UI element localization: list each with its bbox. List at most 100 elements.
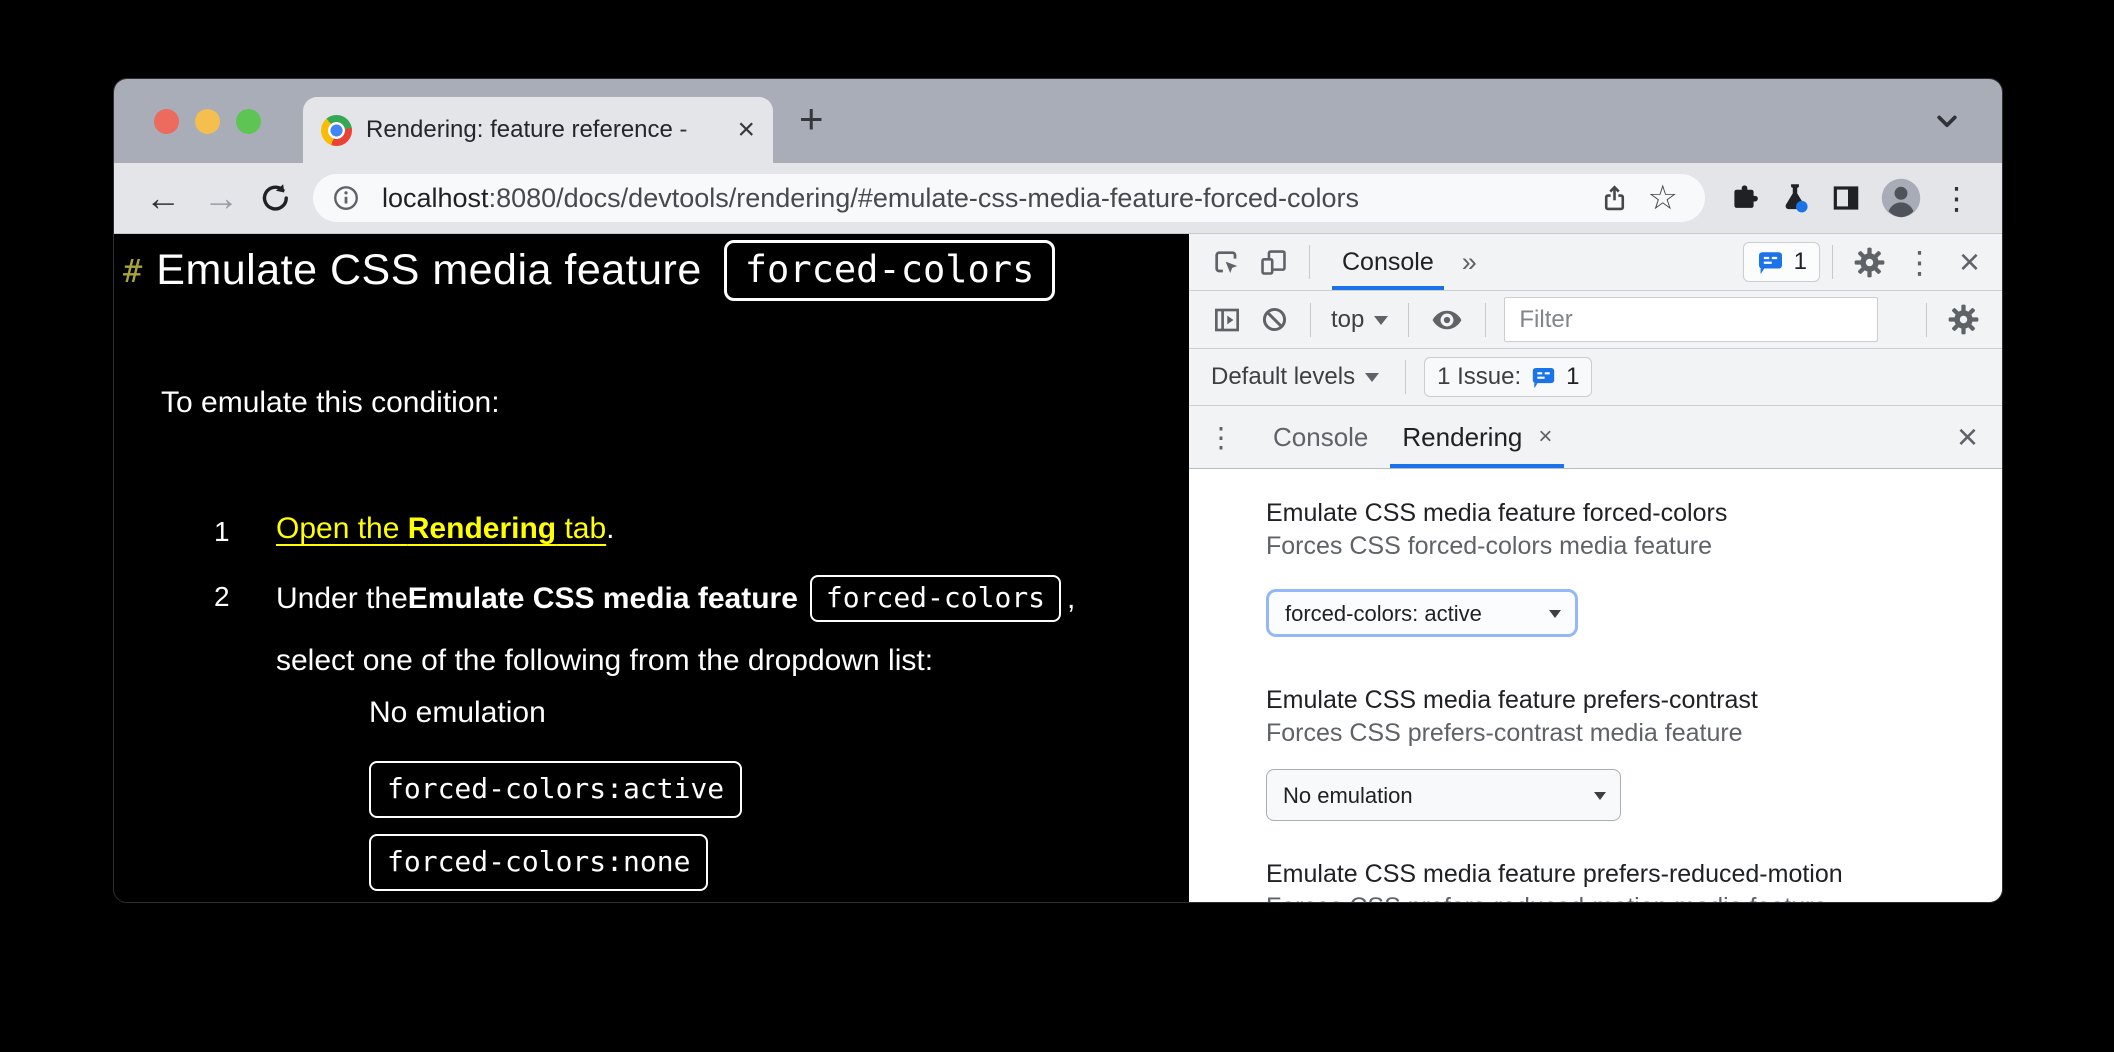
heading-anchor-hash-icon[interactable]: # — [123, 252, 142, 290]
caret-down-icon — [1594, 792, 1606, 806]
tab-strip: Rendering: feature reference - × + — [114, 79, 2002, 163]
caret-down-icon — [1365, 373, 1379, 389]
devtools-menu-kebab-icon[interactable]: ⋮ — [1904, 247, 1935, 278]
link-pre: Open the — [276, 512, 408, 545]
zoom-window-button[interactable] — [236, 109, 261, 134]
context-selector[interactable]: top — [1331, 306, 1388, 334]
url-host: localhost — [382, 183, 489, 213]
page-title: Emulate CSS media feature — [156, 246, 702, 295]
divider — [1310, 303, 1311, 337]
log-levels-selector[interactable]: Default levels — [1211, 363, 1379, 391]
step2-pre: Under the — [276, 582, 408, 616]
page-heading-row: # Emulate CSS media feature forced-color… — [123, 240, 1055, 301]
issues-button[interactable]: 1 Issue: 1 — [1424, 357, 1592, 397]
console-settings-gear-icon[interactable] — [1947, 303, 1980, 336]
drawer-menu-kebab-icon[interactable]: ⋮ — [1207, 421, 1235, 454]
step2-line2: select one of the following from the dro… — [276, 644, 933, 678]
tab-close-icon[interactable]: × — [737, 115, 755, 145]
console-levels-bar: Default levels 1 Issue: 1 — [1189, 349, 2002, 406]
share-icon[interactable] — [1599, 183, 1630, 214]
bookmark-star-icon[interactable]: ☆ — [1648, 181, 1678, 215]
window-content: # Emulate CSS media feature forced-color… — [114, 234, 2002, 903]
intro-text: To emulate this condition: — [161, 386, 500, 420]
side-panel-icon[interactable] — [1830, 182, 1862, 214]
chrome-favicon-icon — [321, 115, 352, 146]
drawer-tabbar: ⋮ Console Rendering × × — [1189, 406, 2002, 469]
tab-console[interactable]: Console — [1336, 234, 1440, 290]
option-forced-colors-none: forced-colors:none — [369, 834, 708, 891]
console-toolbar: top — [1189, 291, 2002, 349]
browser-toolbar: ← → localhost:8080/docs/devtools/renderi… — [114, 163, 2002, 234]
step2-bold: Emulate CSS media feature — [408, 582, 798, 616]
experiments-flask-icon[interactable] — [1778, 181, 1812, 215]
section-title: Emulate CSS media feature prefers-reduce… — [1266, 858, 2002, 891]
step1-period: . — [606, 512, 614, 545]
new-tab-button[interactable]: + — [799, 98, 824, 144]
drawer-tab-rendering[interactable]: Rendering × — [1398, 406, 1556, 468]
clear-console-icon[interactable] — [1259, 304, 1290, 335]
divider — [1926, 303, 1927, 337]
profile-avatar[interactable] — [1880, 177, 1922, 219]
messages-badge-button[interactable]: 1 — [1743, 242, 1820, 282]
section-title: Emulate CSS media feature forced-colors — [1266, 497, 2002, 530]
forced-colors-select[interactable]: forced-colors: active — [1266, 589, 1578, 637]
inspect-element-icon[interactable] — [1211, 247, 1242, 278]
console-sidebar-icon[interactable] — [1211, 304, 1243, 336]
reload-button[interactable] — [259, 182, 292, 215]
devtools-main-tabbar: Console » 1 ⋮ × — [1189, 234, 2002, 291]
step1-number: 1 — [214, 516, 230, 548]
step2-line1: Under the Emulate CSS media feature force… — [276, 575, 1075, 622]
messages-count: 1 — [1794, 248, 1807, 276]
settings-gear-icon[interactable] — [1853, 246, 1886, 279]
tab-search-chevron-icon[interactable] — [1930, 104, 1964, 138]
prefers-contrast-select-value: No emulation — [1283, 779, 1413, 812]
device-toolbar-icon[interactable] — [1258, 247, 1289, 278]
drawer-tab-close-icon[interactable]: × — [1538, 423, 1552, 451]
site-info-icon[interactable] — [331, 183, 361, 213]
step2-code-chip: forced-colors — [810, 575, 1061, 622]
drawer-tab-console[interactable]: Console — [1269, 406, 1372, 468]
section-desc: Forces CSS prefers-reduced-motion media … — [1266, 891, 2002, 903]
devtools-close-icon[interactable]: × — [1959, 244, 1980, 280]
back-button[interactable]: ← — [145, 180, 181, 216]
browser-window: Rendering: feature reference - × + ← → l… — [113, 78, 2003, 903]
divider — [1485, 303, 1486, 337]
more-tabs-icon[interactable]: » — [1462, 247, 1477, 278]
browser-menu-kebab-icon[interactable]: ⋮ — [1941, 183, 1972, 214]
section-title: Emulate CSS media feature prefers-contra… — [1266, 684, 2002, 717]
divider — [1832, 245, 1833, 279]
extensions-puzzle-icon[interactable] — [1728, 182, 1760, 214]
chat-bubble-icon — [1756, 249, 1785, 276]
issues-label: 1 Issue: — [1437, 363, 1521, 391]
url-text[interactable]: localhost:8080/docs/devtools/rendering/#… — [382, 183, 1590, 214]
link-bold: Rendering — [408, 512, 556, 545]
link-post: tab — [556, 512, 606, 545]
page-viewport: # Emulate CSS media feature forced-color… — [114, 234, 1189, 903]
divider — [1309, 245, 1310, 279]
step2-comma: , — [1067, 582, 1075, 616]
drawer-tab-rendering-label: Rendering — [1402, 422, 1522, 453]
minimize-window-button[interactable] — [195, 109, 220, 134]
tab-title: Rendering: feature reference - — [366, 116, 727, 144]
divider — [1408, 303, 1409, 337]
step2-number: 2 — [214, 581, 230, 613]
forward-button[interactable]: → — [203, 180, 239, 216]
browser-tab[interactable]: Rendering: feature reference - × — [303, 97, 773, 163]
filter-input[interactable] — [1504, 297, 1878, 342]
option-no-emulation: No emulation — [369, 696, 546, 730]
prefers-contrast-select[interactable]: No emulation — [1266, 769, 1621, 821]
omnibox[interactable]: localhost:8080/docs/devtools/rendering/#… — [313, 174, 1705, 222]
step1-text: Open the Rendering tab. — [276, 512, 615, 546]
option-forced-colors-active: forced-colors:active — [369, 761, 742, 818]
rendering-panel: Emulate CSS media feature forced-colors … — [1189, 469, 2002, 903]
traffic-lights — [154, 109, 261, 134]
issue-chat-icon — [1530, 365, 1557, 390]
eye-icon[interactable] — [1429, 302, 1465, 338]
context-label: top — [1331, 306, 1364, 334]
drawer-close-icon[interactable]: × — [1957, 419, 1978, 455]
section-desc: Forces CSS prefers-contrast media featur… — [1266, 717, 2002, 750]
divider — [1405, 360, 1406, 394]
page-title-code-chip: forced-colors — [724, 240, 1056, 301]
rendering-tab-link[interactable]: Open the Rendering tab — [276, 512, 606, 545]
close-window-button[interactable] — [154, 109, 179, 134]
